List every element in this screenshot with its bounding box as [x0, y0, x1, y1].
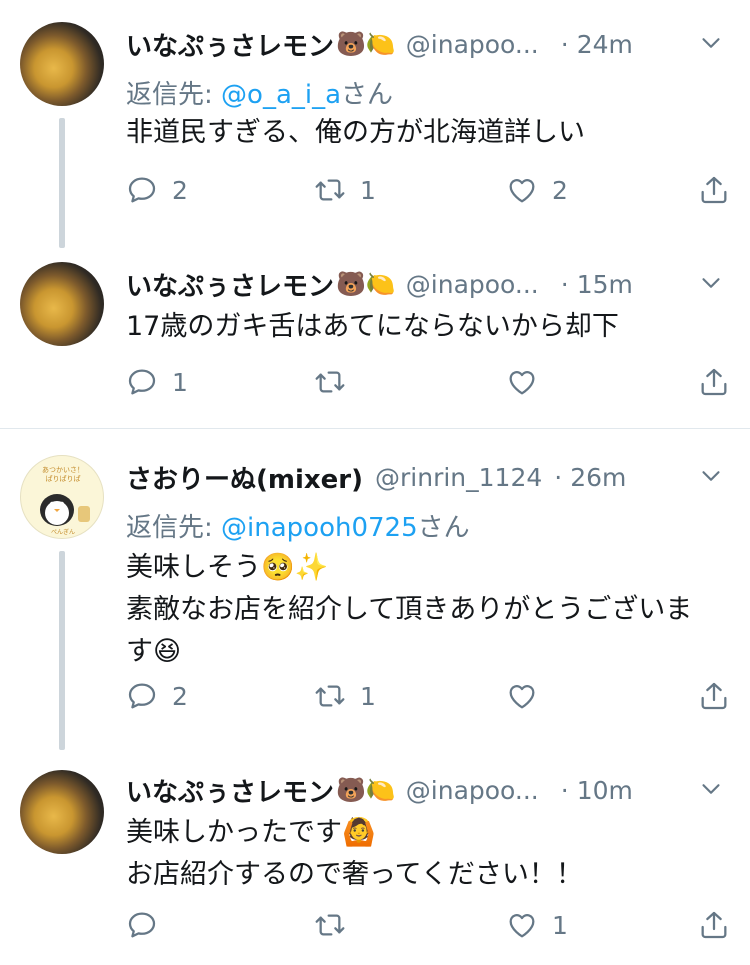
chevron-down-icon[interactable]: [696, 774, 726, 804]
name-emoji: 🐻🍋: [336, 776, 396, 804]
reply-button[interactable]: 2: [126, 676, 188, 716]
retweet-icon: [314, 174, 346, 206]
tweet-text: 17歳のガキ舌はあてにならないから却下: [126, 306, 720, 348]
separator-dot: ·: [560, 269, 569, 299]
name-emoji: 🐻🍋: [336, 30, 396, 58]
chevron-down-icon[interactable]: [696, 461, 726, 491]
svg-text:あつかいさ！: あつかいさ！: [42, 466, 84, 474]
reply-count: 1: [172, 367, 188, 397]
reply-suffix: さん: [417, 513, 470, 543]
tweet-text-line: す😆: [126, 636, 182, 667]
tweet-text-line: 非道民すぎる、俺の方が北海道詳しい: [126, 117, 585, 148]
share-icon: [698, 680, 730, 712]
tweet-1[interactable]: いなぷぅさレモン 🐻🍋 @inapoo... · 24m 返信先: @o_a_i…: [0, 0, 750, 250]
heart-icon: [506, 680, 538, 712]
thread-line: [59, 551, 65, 750]
like-button[interactable]: [506, 362, 552, 402]
share-button[interactable]: [698, 905, 730, 945]
retweet-count: 1: [360, 175, 376, 205]
avatar[interactable]: [20, 22, 104, 106]
chevron-down-icon[interactable]: [696, 268, 726, 298]
reply-mention-link[interactable]: @inapooh0725: [221, 513, 418, 543]
like-count: 1: [552, 910, 568, 940]
action-bar: 2 1 2: [126, 170, 726, 210]
tweet-text: 美味しそう🥺✨ 素敵なお店を紹介して頂きありがとうございま す😆: [126, 547, 720, 673]
display-name[interactable]: さおりーぬ(mixer): [126, 459, 363, 496]
share-icon: [698, 909, 730, 941]
user-handle[interactable]: @inapoo...: [406, 30, 539, 59]
reply-button[interactable]: [126, 905, 172, 945]
action-bar: 2 1: [126, 676, 726, 716]
timestamp[interactable]: 10m: [577, 776, 633, 805]
reply-button[interactable]: 1: [126, 362, 188, 402]
separator-dot: ·: [560, 29, 569, 59]
reply-count: 2: [172, 681, 188, 711]
share-button[interactable]: [698, 362, 730, 402]
separator-dot: ·: [560, 775, 569, 805]
action-bar: 1: [126, 905, 726, 945]
heart-icon: [506, 174, 538, 206]
retweet-button[interactable]: 1: [314, 676, 376, 716]
reply-icon: [126, 909, 158, 941]
retweet-button[interactable]: 1: [314, 170, 376, 210]
share-icon: [698, 174, 730, 206]
share-button[interactable]: [698, 170, 730, 210]
retweet-icon: [314, 366, 346, 398]
tweet-4[interactable]: いなぷぅさレモン 🐻🍋 @inapoo... · 10m 美味しかったです🙆 お…: [0, 750, 750, 965]
avatar[interactable]: あつかいさ！ ぱりぱりぱ ぺんぎん: [20, 455, 104, 539]
tweet-text-line: 美味しそう🥺✨: [126, 552, 329, 583]
tweet-text-line: 素敵なお店を紹介して頂きありがとうございま: [126, 594, 693, 625]
retweet-count: 1: [360, 681, 376, 711]
tweet-text: 非道民すぎる、俺の方が北海道詳しい: [126, 112, 720, 154]
share-icon: [698, 366, 730, 398]
svg-text:ぺんぎん: ぺんぎん: [51, 528, 75, 536]
retweet-button[interactable]: [314, 905, 360, 945]
tweet-text-line: お店紹介するので奢ってください！！: [126, 859, 583, 890]
share-button[interactable]: [698, 676, 730, 716]
like-button[interactable]: [506, 676, 552, 716]
reply-to-label: 返信先:: [126, 80, 213, 110]
reply-icon: [126, 174, 158, 206]
tweet-2[interactable]: いなぷぅさレモン 🐻🍋 @inapoo... · 15m 17歳のガキ舌はあてに…: [0, 250, 750, 428]
display-name[interactable]: いなぷぅさレモン: [126, 266, 334, 303]
reply-button[interactable]: 2: [126, 170, 188, 210]
heart-icon: [506, 366, 538, 398]
reply-icon: [126, 680, 158, 712]
display-name[interactable]: いなぷぅさレモン: [126, 26, 334, 63]
reply-mention-link[interactable]: @o_a_i_a: [221, 80, 341, 110]
display-name[interactable]: いなぷぅさレモン: [126, 772, 334, 809]
like-button[interactable]: 2: [506, 170, 568, 210]
retweet-button[interactable]: [314, 362, 360, 402]
like-button[interactable]: 1: [506, 905, 568, 945]
timestamp[interactable]: 15m: [577, 270, 633, 299]
like-count: 2: [552, 175, 568, 205]
timestamp[interactable]: 26m: [570, 463, 626, 492]
user-handle[interactable]: @rinrin_1124: [375, 463, 542, 492]
action-bar: 1: [126, 362, 726, 402]
reply-count: 2: [172, 175, 188, 205]
tweet-text-line: 17歳のガキ舌はあてにならないから却下: [126, 311, 619, 342]
retweet-icon: [314, 909, 346, 941]
thread-line: [59, 118, 65, 248]
chevron-down-icon[interactable]: [696, 28, 726, 58]
name-emoji: 🐻🍋: [336, 270, 396, 298]
avatar[interactable]: [20, 770, 104, 854]
retweet-icon: [314, 680, 346, 712]
user-handle[interactable]: @inapoo...: [406, 776, 539, 805]
heart-icon: [506, 909, 538, 941]
avatar[interactable]: [20, 262, 104, 346]
penguin-sticker-icon: あつかいさ！ ぱりぱりぱ ぺんぎん: [40, 466, 90, 536]
tweet-text: 美味しかったです🙆 お店紹介するので奢ってください！！: [126, 812, 720, 896]
reply-to: 返信先: @o_a_i_aさん: [126, 74, 393, 111]
reply-icon: [126, 366, 158, 398]
tweet-3[interactable]: あつかいさ！ ぱりぱりぱ ぺんぎん さおりーぬ(mixer) @rinrin_1…: [0, 429, 750, 750]
reply-suffix: さん: [341, 80, 394, 110]
svg-text:ぱりぱりぱ: ぱりぱりぱ: [46, 475, 81, 483]
timestamp[interactable]: 24m: [577, 30, 633, 59]
reply-to-label: 返信先:: [126, 513, 213, 543]
separator-dot: ·: [554, 462, 563, 492]
user-handle[interactable]: @inapoo...: [406, 270, 539, 299]
reply-to: 返信先: @inapooh0725さん: [126, 507, 470, 544]
tweet-text-line: 美味しかったです🙆: [126, 817, 376, 848]
